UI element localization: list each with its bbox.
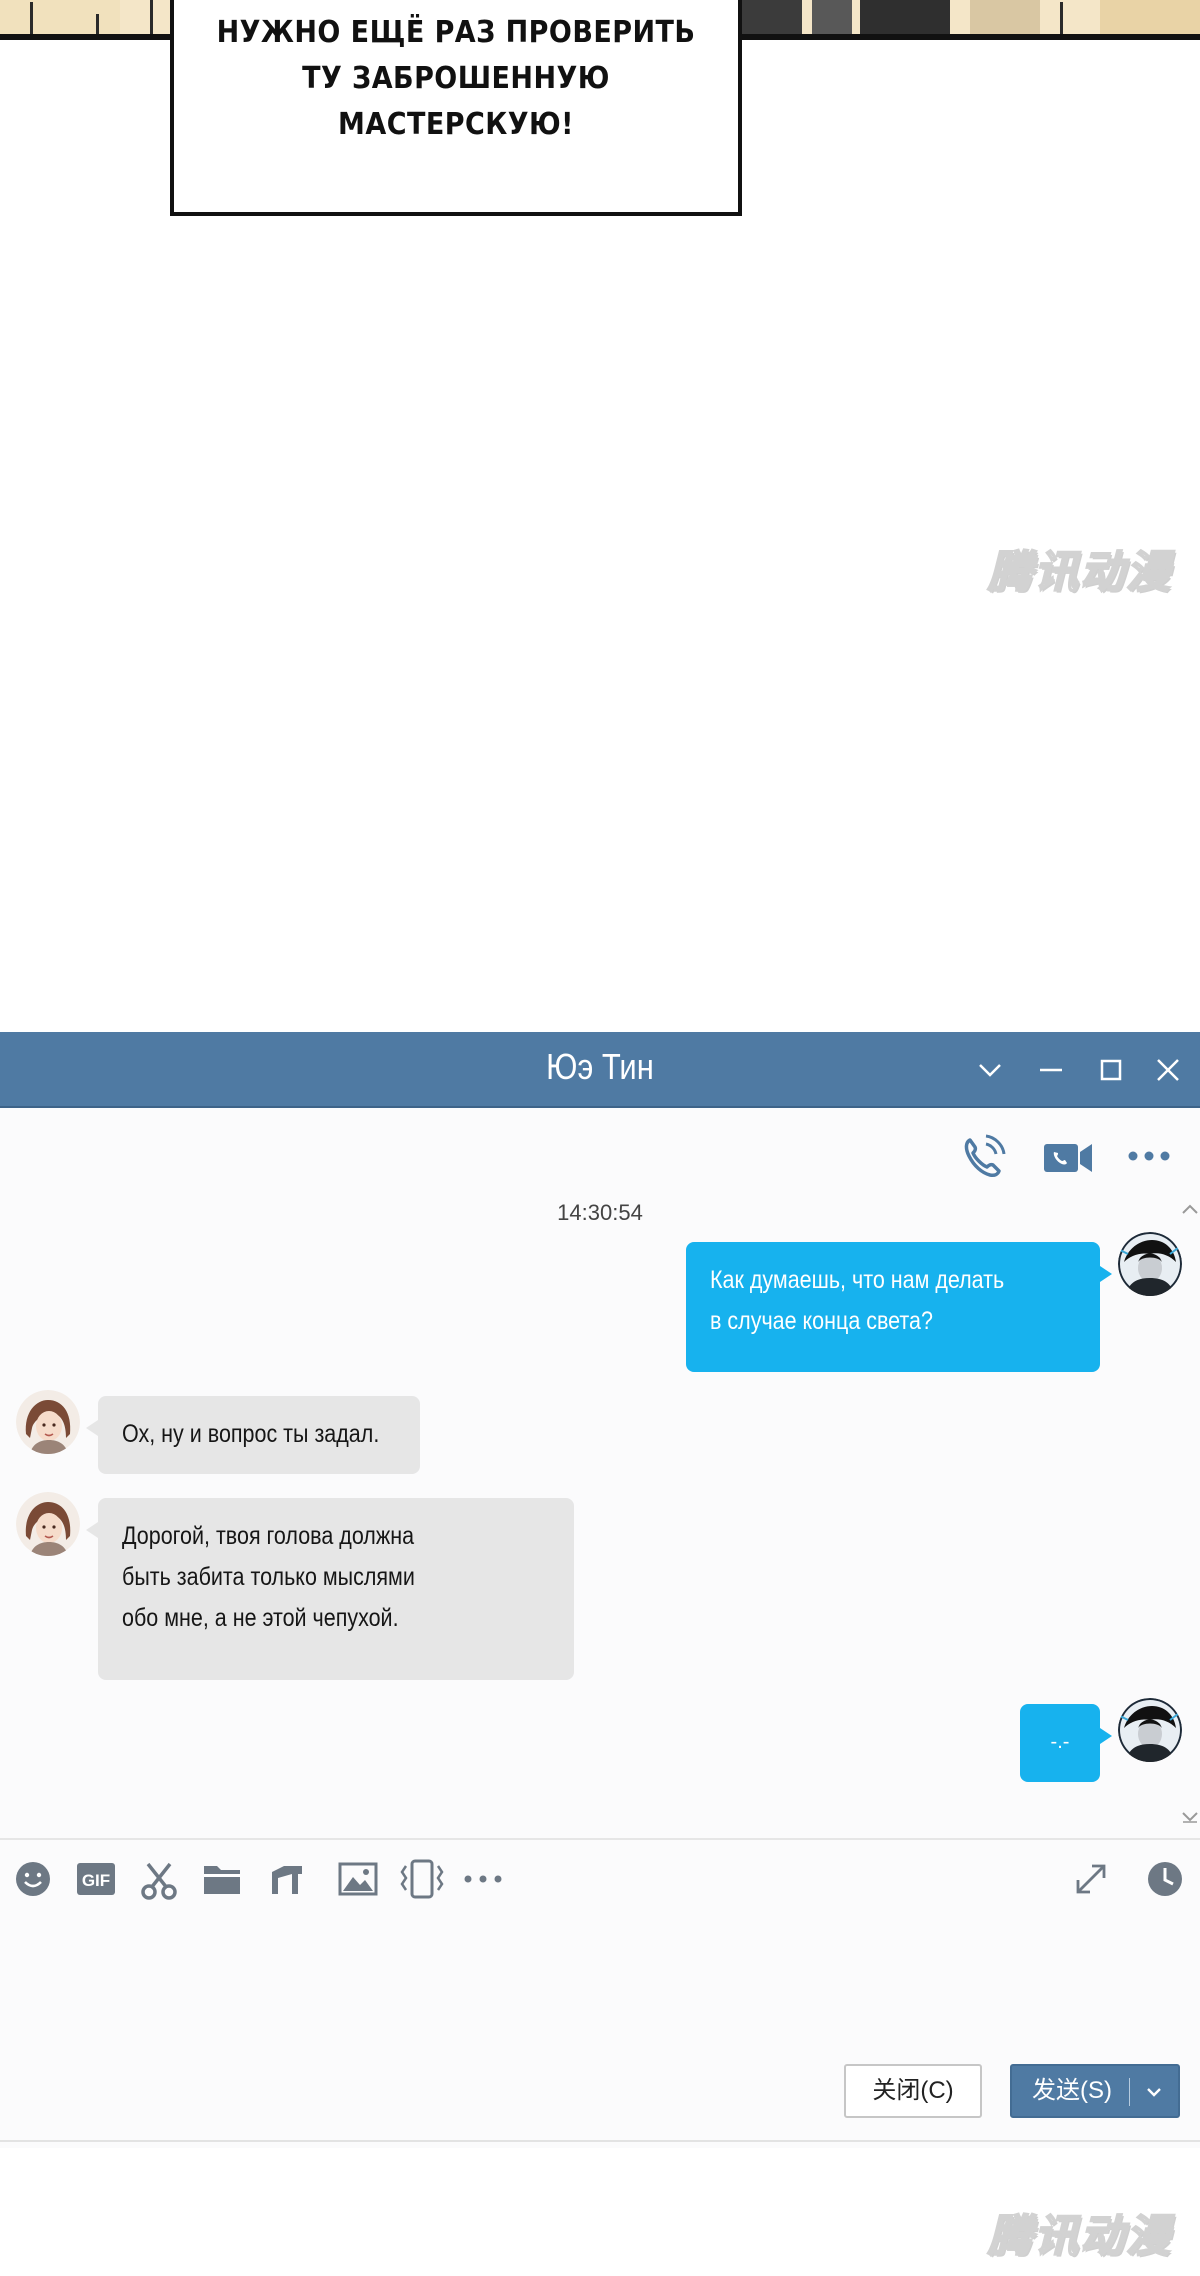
close-button[interactable]: 关闭(C) <box>844 2064 982 2118</box>
message-line: обо мне, а не этой чепухой. <box>122 1604 399 1632</box>
scroll-down-icon[interactable] <box>1180 1810 1200 1824</box>
message-line: Ох, ну и вопрос ты задал. <box>122 1420 380 1448</box>
emoji-icon[interactable] <box>14 1860 52 1898</box>
more-icon[interactable] <box>462 1872 506 1886</box>
message-input[interactable] <box>0 1910 1200 2060</box>
watermark: 腾讯动漫 <box>987 2210 1172 2263</box>
avatar[interactable] <box>1118 1698 1182 1762</box>
video-call-icon[interactable] <box>1042 1138 1094 1178</box>
message-bubble-incoming: Ох, ну и вопрос ты задал. <box>86 1396 420 1474</box>
send-button-separator <box>1129 2078 1130 2106</box>
folder-icon[interactable] <box>202 1862 242 1896</box>
history-icon[interactable] <box>1146 1860 1184 1898</box>
scroll-up-icon[interactable] <box>1180 1202 1200 1216</box>
shake-icon[interactable] <box>398 1858 446 1900</box>
scissors-icon[interactable] <box>140 1860 178 1900</box>
message-bubble-outgoing: -.- <box>1020 1704 1112 1782</box>
minimize-icon[interactable] <box>1031 1050 1071 1090</box>
music-icon[interactable] <box>268 1860 306 1898</box>
send-button[interactable]: 发送(S) <box>1010 2064 1180 2118</box>
window-title: Юэ Тин <box>546 1046 654 1087</box>
message-line: Дорогой, твоя голова должна <box>122 1522 415 1550</box>
expand-icon[interactable] <box>1072 1860 1110 1898</box>
caption-line: НУЖНО ЕЩЁ РАЗ ПРОВЕРИТЬ <box>216 15 696 50</box>
avatar[interactable] <box>16 1492 80 1556</box>
send-button-label: 发送(S) <box>1032 2077 1112 2104</box>
chat-window: Юэ Тин 14:30:54 Как думаешь, что нам дел… <box>0 1032 1200 2148</box>
phone-icon[interactable] <box>958 1132 1008 1182</box>
maximize-icon[interactable] <box>1091 1050 1131 1090</box>
input-toolbar: GIF <box>0 1854 1200 1904</box>
input-divider <box>0 1838 1200 1840</box>
caption-line: ТУ ЗАБРОШЕННУЮ МАСТЕРСКУЮ! <box>302 61 610 142</box>
more-icon[interactable] <box>1126 1144 1172 1168</box>
chevron-down-icon[interactable] <box>970 1050 1010 1090</box>
close-icon[interactable] <box>1148 1050 1188 1090</box>
gif-icon-label: GIF <box>82 1871 110 1890</box>
avatar[interactable] <box>16 1390 80 1454</box>
watermark: 腾讯动漫 <box>987 546 1172 599</box>
message-line: быть забита только мыслями <box>122 1563 415 1591</box>
title-bar: Юэ Тин <box>0 1032 1200 1108</box>
message-bubble-incoming: Дорогой, твоя голова должна быть забита … <box>86 1498 574 1680</box>
window-bottom-border <box>0 2140 1200 2142</box>
message-line: Как думаешь, что нам делать <box>710 1266 1005 1294</box>
comic-caption-box: НУЖНО ЕЩЁ РАЗ ПРОВЕРИТЬ ТУ ЗАБРОШЕННУЮ М… <box>170 0 742 216</box>
message-line: -.- <box>1050 1731 1070 1753</box>
message-timestamp: 14:30:54 <box>557 1200 643 1225</box>
gif-icon[interactable]: GIF <box>76 1862 116 1896</box>
message-line: в случае конца света? <box>710 1307 933 1335</box>
chevron-down-icon[interactable] <box>1144 2082 1164 2102</box>
avatar[interactable] <box>1118 1232 1182 1296</box>
message-bubble-outgoing: Как думаешь, что нам делать в случае кон… <box>686 1242 1112 1372</box>
image-icon[interactable] <box>338 1862 378 1896</box>
